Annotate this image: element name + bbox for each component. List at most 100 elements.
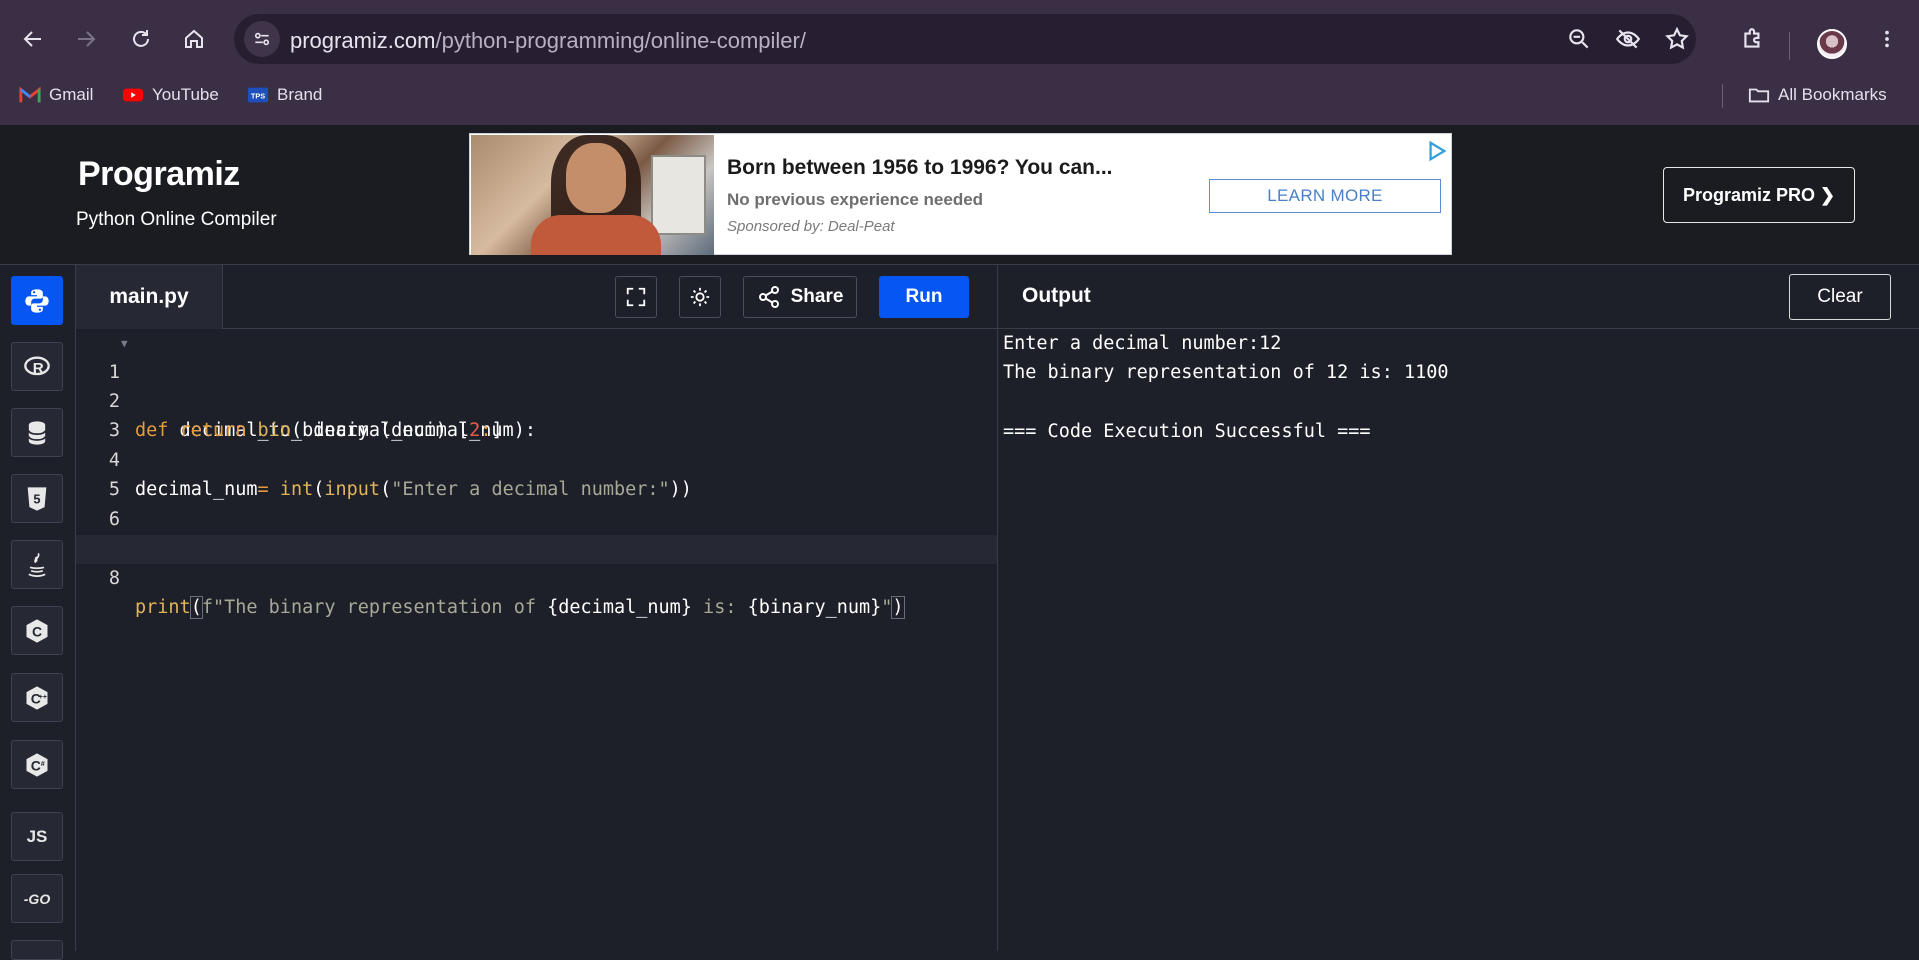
lang-go[interactable]: -GO xyxy=(11,874,63,923)
fullscreen-icon xyxy=(626,287,646,307)
url-text: programiz.com/python-programming/online-… xyxy=(290,28,806,54)
browser-chrome: programiz.com/python-programming/online-… xyxy=(0,0,1919,125)
code-line: 3 xyxy=(76,387,997,441)
toolbar-divider xyxy=(1789,32,1790,60)
svg-text:R: R xyxy=(33,359,44,376)
lang-python[interactable] xyxy=(11,276,63,325)
code-line: 1 ▼ def decimal_to_binary (decimal_num): xyxy=(76,329,997,441)
code-line: 6 binary_num= decimal_to_binary(decimal_… xyxy=(76,476,997,559)
bookmark-brand[interactable]: TPS Brand xyxy=(247,82,322,108)
tune-icon xyxy=(254,32,270,46)
run-button[interactable]: Run xyxy=(879,276,969,318)
puzzle-icon xyxy=(1744,28,1760,48)
fullscreen-button[interactable] xyxy=(615,276,657,318)
eye-off-icon[interactable] xyxy=(1615,26,1641,52)
all-bookmarks-label: All Bookmarks xyxy=(1778,85,1887,104)
bookmark-gmail[interactable]: Gmail xyxy=(19,82,93,108)
url-host: programiz.com xyxy=(290,28,436,53)
bookmark-label: YouTube xyxy=(152,85,219,104)
file-tab-main[interactable]: main.py xyxy=(76,265,223,329)
svg-text:#: # xyxy=(41,761,45,768)
advertisement-banner[interactable]: Born between 1956 to 1996? You can... No… xyxy=(469,133,1452,255)
youtube-icon xyxy=(122,88,144,102)
fold-arrow-icon[interactable]: ▼ xyxy=(121,329,128,358)
ad-sponsor: Sponsored by: Deal-Peat xyxy=(727,218,895,235)
bookmarks-divider xyxy=(1722,84,1723,108)
bookmark-label: Gmail xyxy=(49,85,94,104)
clear-button[interactable]: Clear xyxy=(1789,274,1891,320)
output-title: Output xyxy=(1022,284,1091,307)
lang-html[interactable]: 5 xyxy=(11,474,63,523)
kebab-menu-icon xyxy=(1885,30,1889,48)
bookmark-youtube[interactable]: YouTube xyxy=(122,82,219,108)
database-icon xyxy=(27,420,47,445)
bookmark-label: Brand xyxy=(277,85,323,104)
c-lang-icon: C xyxy=(26,618,48,643)
go-icon: -GO xyxy=(23,890,51,907)
menu-button[interactable] xyxy=(1872,24,1902,54)
code-line: 2 return bin( decimal_num) [2:] xyxy=(76,358,997,441)
reload-button[interactable] xyxy=(124,22,158,56)
zoom-icon[interactable] xyxy=(1566,26,1592,52)
star-icon[interactable] xyxy=(1664,26,1690,52)
svg-text:C: C xyxy=(32,623,42,639)
programiz-logo[interactable]: Programiz xyxy=(78,155,240,194)
site-info-button[interactable] xyxy=(244,21,280,57)
editor-toolbar: main.py Share Run xyxy=(76,265,997,329)
url-path: /python-programming/online-compiler/ xyxy=(435,28,806,53)
lang-sql[interactable] xyxy=(11,408,63,457)
programiz-pro-button[interactable]: Programiz PRO ❯ xyxy=(1663,167,1855,223)
forward-arrow-icon xyxy=(78,31,96,47)
back-button[interactable] xyxy=(16,22,50,56)
code-area[interactable]: 1 ▼ def decimal_to_binary (decimal_num):… xyxy=(76,329,997,951)
r-lang-icon: R xyxy=(24,356,50,376)
html5-icon: 5 xyxy=(27,486,47,511)
lang-cpp[interactable]: C ++ xyxy=(11,673,63,722)
code-text: print(f"The binary representation of {de… xyxy=(135,596,905,619)
lang-more[interactable] xyxy=(11,940,63,960)
svg-text:C: C xyxy=(31,757,41,773)
share-icon xyxy=(758,286,779,308)
output-line: The binary representation of 12 is: 1100 xyxy=(1003,362,1449,383)
share-button[interactable]: Share xyxy=(743,276,857,318)
tps-icon: TPS xyxy=(247,87,269,103)
home-button[interactable] xyxy=(177,22,211,56)
line-number: 8 xyxy=(108,568,120,589)
omnibox[interactable]: programiz.com/python-programming/online-… xyxy=(234,14,1696,64)
profile-avatar[interactable] xyxy=(1817,29,1847,59)
output-line: Enter a decimal number:12 xyxy=(1003,333,1282,354)
site-header: Programiz Python Online Compiler Born be… xyxy=(0,125,1919,265)
lang-java[interactable] xyxy=(11,540,63,589)
share-label: Share xyxy=(790,286,844,307)
code-editor-pane: main.py Share Run 1 ▼ def decimal_to_bin… xyxy=(76,265,997,951)
address-bar-row: programiz.com/python-programming/online-… xyxy=(0,8,1919,70)
svg-text:TPS: TPS xyxy=(251,92,265,101)
code-line-active: 8 print(f"The binary representation of {… xyxy=(76,535,997,619)
lang-c[interactable]: C xyxy=(11,606,63,655)
code-line: 5 xyxy=(76,446,997,500)
adchoices-icon[interactable] xyxy=(1426,140,1448,162)
lang-csharp[interactable]: C # xyxy=(11,740,63,789)
svg-text:++: ++ xyxy=(39,694,47,701)
ad-subtitle: No previous experience needed xyxy=(727,190,984,209)
js-icon: JS xyxy=(26,826,48,846)
all-bookmarks[interactable]: All Bookmarks xyxy=(1748,82,1887,108)
language-sidebar: R 5 C C ++ C # JS -GO xyxy=(0,265,76,960)
gmail-icon xyxy=(19,86,41,103)
output-pane: Output Clear Enter a decimal number:12 T… xyxy=(997,265,1919,951)
cpp-icon: C++ xyxy=(26,685,48,710)
lang-r[interactable]: R xyxy=(11,342,63,391)
forward-button[interactable] xyxy=(69,22,103,56)
sun-icon xyxy=(690,287,710,307)
extensions-button[interactable] xyxy=(1738,24,1768,54)
theme-toggle-button[interactable] xyxy=(679,276,721,318)
ad-image xyxy=(471,135,714,255)
python-icon xyxy=(25,288,49,313)
back-arrow-icon xyxy=(23,31,41,47)
ad-title: Born between 1956 to 1996? You can... xyxy=(727,156,1113,179)
code-line: 4 decimal_num= int(input("Enter a decima… xyxy=(76,417,997,500)
ad-learn-more-button[interactable]: LEARN MORE xyxy=(1209,179,1441,213)
lang-javascript[interactable]: JS xyxy=(11,812,63,861)
svg-text:5: 5 xyxy=(33,491,40,506)
bookmarks-bar: Gmail YouTube TPS Brand All Bookmarks xyxy=(0,76,1919,112)
